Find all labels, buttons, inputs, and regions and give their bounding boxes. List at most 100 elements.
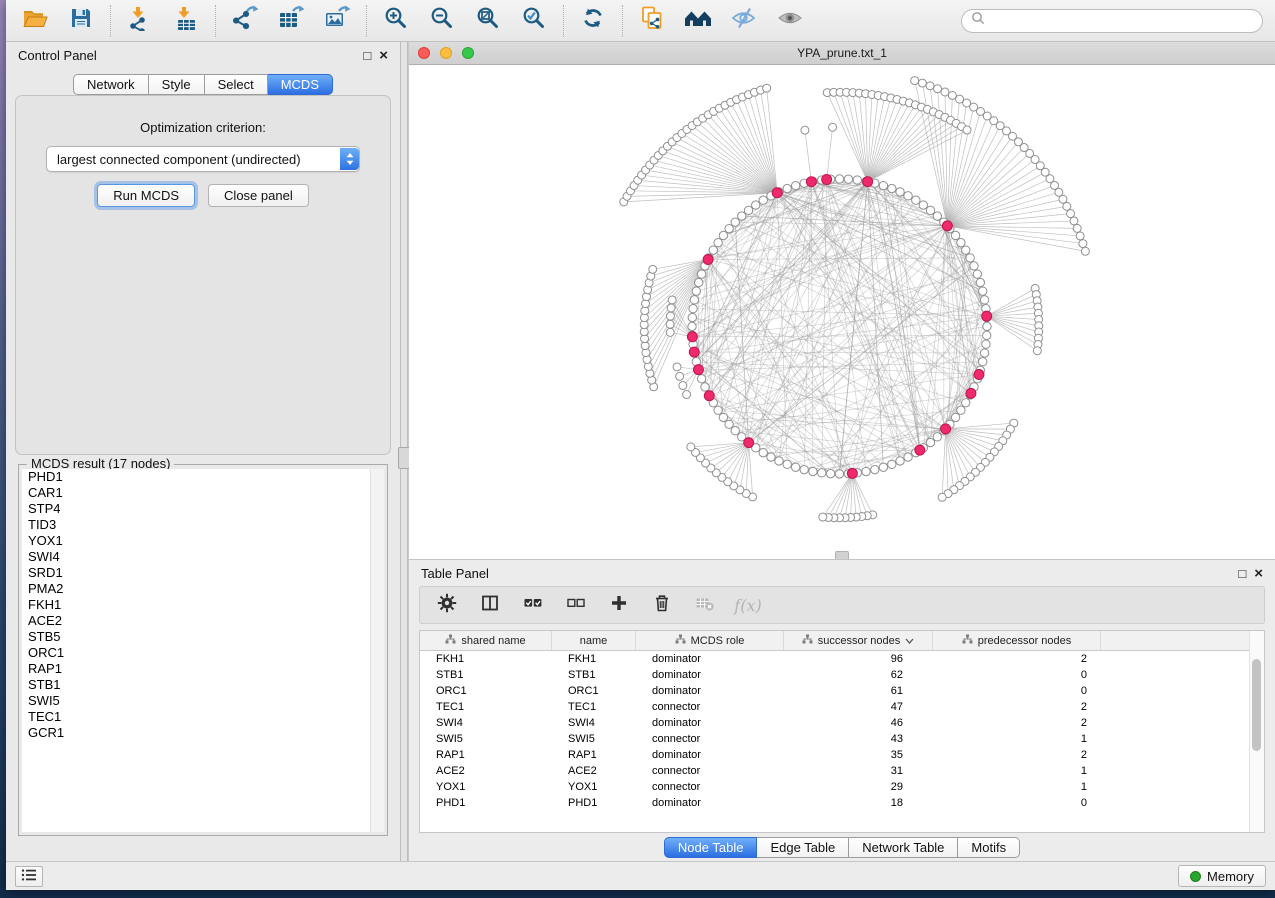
deselect-all-columns-button[interactable] <box>565 594 587 616</box>
column-header-name[interactable]: name <box>552 631 636 650</box>
network-node[interactable] <box>783 184 791 192</box>
open-file-button[interactable] <box>20 6 50 36</box>
network-node[interactable] <box>759 448 767 456</box>
mcds-result-item[interactable]: SRD1 <box>22 565 384 581</box>
run-mcds-button[interactable]: Run MCDS <box>97 184 195 207</box>
show-columns-button[interactable] <box>479 594 501 616</box>
network-node[interactable] <box>926 206 934 214</box>
float-table-panel-icon[interactable]: □ <box>1238 567 1246 580</box>
mcds-result-item[interactable]: ACE2 <box>22 613 384 629</box>
network-leaf-node[interactable] <box>687 443 695 451</box>
tab-network[interactable]: Network <box>73 74 149 95</box>
network-node[interactable] <box>738 212 746 220</box>
network-node[interactable] <box>853 176 861 184</box>
hide-selected-button[interactable] <box>729 6 759 36</box>
network-hub-node[interactable] <box>744 438 754 448</box>
show-all-button[interactable] <box>775 6 805 36</box>
column-header-shared-name[interactable]: shared name <box>420 631 552 650</box>
network-hub-node[interactable] <box>941 424 951 434</box>
search-box[interactable] <box>961 9 1263 33</box>
network-graph[interactable] <box>409 65 1275 559</box>
network-node[interactable] <box>957 238 965 246</box>
network-hub-node[interactable] <box>847 468 857 478</box>
network-node[interactable] <box>689 304 697 312</box>
clone-network-button[interactable] <box>637 6 667 36</box>
network-node[interactable] <box>904 192 912 200</box>
network-node[interactable] <box>800 465 808 473</box>
table-row[interactable]: RAP1RAP1dominator352 <box>420 747 1264 763</box>
table-row[interactable]: PHD1PHD1dominator180 <box>420 795 1264 811</box>
zoom-in-button[interactable] <box>381 6 411 36</box>
close-panel-icon[interactable]: × <box>379 48 388 63</box>
network-hub-node[interactable] <box>822 175 832 185</box>
network-leaf-node[interactable] <box>649 265 657 273</box>
network-node[interactable] <box>962 399 970 407</box>
network-node[interactable] <box>966 254 974 262</box>
network-node[interactable] <box>879 463 887 471</box>
network-leaf-node[interactable] <box>667 304 675 312</box>
window-close-icon[interactable] <box>418 47 430 59</box>
network-node[interactable] <box>980 349 988 357</box>
export-image-button[interactable] <box>322 6 352 36</box>
zoom-out-button[interactable] <box>427 6 457 36</box>
network-hub-node[interactable] <box>915 445 925 455</box>
column-header-predecessor-nodes[interactable]: predecessor nodes <box>933 631 1101 650</box>
select-all-columns-button[interactable] <box>522 594 544 616</box>
network-node[interactable] <box>701 383 709 391</box>
network-node[interactable] <box>888 184 896 192</box>
search-input[interactable] <box>990 13 1253 29</box>
network-leaf-node[interactable] <box>683 391 691 399</box>
network-node[interactable] <box>871 465 879 473</box>
close-panel-button[interactable]: Close panel <box>208 184 309 207</box>
first-neighbors-button[interactable] <box>683 6 713 36</box>
mcds-result-item[interactable]: PHD1 <box>22 469 384 485</box>
network-leaf-node[interactable] <box>1079 240 1087 248</box>
zoom-selected-button[interactable] <box>519 6 549 36</box>
mcds-result-item[interactable]: PMA2 <box>22 581 384 597</box>
network-leaf-node[interactable] <box>673 363 681 371</box>
network-node[interactable] <box>697 270 705 278</box>
network-node[interactable] <box>809 467 817 475</box>
export-network-button[interactable] <box>230 6 260 36</box>
mcds-result-item[interactable]: CAR1 <box>22 485 384 501</box>
network-node[interactable] <box>731 427 739 435</box>
network-leaf-node[interactable] <box>948 91 956 99</box>
table-row[interactable]: TEC1TEC1connector472 <box>420 699 1264 715</box>
network-node[interactable] <box>879 181 887 189</box>
network-node[interactable] <box>983 331 991 339</box>
mcds-list-scrollbar[interactable] <box>370 469 384 832</box>
network-leaf-node[interactable] <box>918 79 926 87</box>
network-hub-node[interactable] <box>703 255 713 265</box>
show-panels-button[interactable] <box>15 866 43 887</box>
network-hub-node[interactable] <box>966 388 976 398</box>
network-leaf-node[interactable] <box>829 123 837 131</box>
network-leaf-node[interactable] <box>934 85 942 93</box>
network-node[interactable] <box>697 375 705 383</box>
network-node[interactable] <box>951 413 959 421</box>
network-node[interactable] <box>783 460 791 468</box>
network-node[interactable] <box>979 358 987 366</box>
network-hub-node[interactable] <box>806 177 816 187</box>
tab-select[interactable]: Select <box>205 74 268 95</box>
table-scrollbar-thumb[interactable] <box>1252 659 1261 751</box>
network-node[interactable] <box>912 196 920 204</box>
tab-mcds[interactable]: MCDS <box>268 74 333 95</box>
network-node[interactable] <box>980 296 988 304</box>
network-node[interactable] <box>933 212 941 220</box>
mcds-result-item[interactable]: STB1 <box>22 677 384 693</box>
network-node[interactable] <box>835 470 843 478</box>
network-leaf-node[interactable] <box>926 82 934 90</box>
network-node[interactable] <box>926 438 934 446</box>
tab-node-table[interactable]: Node Table <box>664 837 758 858</box>
network-node[interactable] <box>791 181 799 189</box>
tab-motifs[interactable]: Motifs <box>958 837 1020 858</box>
import-table-button[interactable] <box>171 6 201 36</box>
network-node[interactable] <box>714 406 722 414</box>
network-leaf-node[interactable] <box>1073 224 1081 232</box>
table-row[interactable]: YOX1YOX1connector291 <box>420 779 1264 795</box>
table-scrollbar[interactable] <box>1249 631 1264 832</box>
network-node[interactable] <box>976 278 984 286</box>
network-node[interactable] <box>982 340 990 348</box>
network-node[interactable] <box>709 246 717 254</box>
network-node[interactable] <box>690 296 698 304</box>
